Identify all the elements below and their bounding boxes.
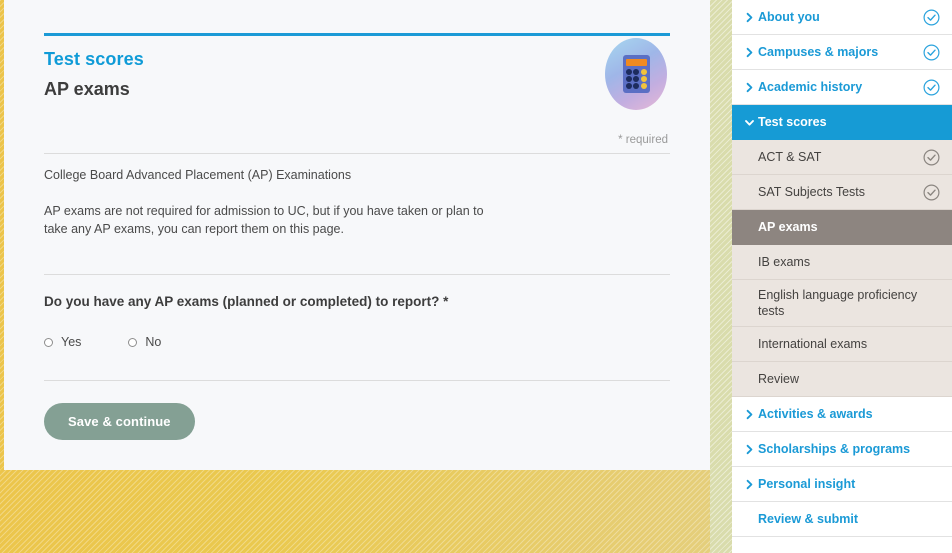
- divider-middle: [44, 274, 670, 275]
- radio-no-label: No: [145, 335, 162, 349]
- divider-bottom: [44, 380, 670, 381]
- sidebar-item-label: Activities & awards: [758, 407, 873, 421]
- intro-line: College Board Advanced Placement (AP) Ex…: [44, 168, 352, 182]
- chevron-right-icon: [744, 82, 758, 93]
- check-placeholder: [923, 476, 940, 493]
- sidebar-item-label: Review & submit: [758, 512, 859, 526]
- check-placeholder: [923, 406, 940, 423]
- sidebar-item-ib-exams[interactable]: IB exams: [732, 245, 952, 280]
- sidebar-item-test-scores[interactable]: Test scores: [732, 105, 952, 140]
- sidebar-item-label: Review: [758, 372, 799, 386]
- check-circle-icon: [923, 148, 940, 166]
- chevron-right-icon: [744, 479, 758, 490]
- sidebar-item-about-you[interactable]: About you: [732, 0, 952, 35]
- check-circle-icon: [923, 78, 940, 96]
- radio-group: Yes No: [44, 335, 670, 349]
- sidebar-item-campuses-majors[interactable]: Campuses & majors: [732, 35, 952, 70]
- chevron-right-icon: [744, 47, 758, 58]
- sidebar-item-ap-exams[interactable]: AP exams: [732, 210, 952, 245]
- check-placeholder: [923, 441, 940, 458]
- description-paragraph: AP exams are not required for admission …: [44, 204, 484, 236]
- chevron-down-icon: [744, 117, 758, 128]
- sidebar-item-english-language-proficiency-tests[interactable]: English language proficiency tests: [732, 280, 952, 327]
- save-and-continue-button[interactable]: Save & continue: [44, 403, 195, 440]
- check-circle-icon: [923, 183, 940, 201]
- sidebar-item-label: International exams: [758, 337, 868, 351]
- sidebar-item-review-submit[interactable]: Review & submit: [732, 502, 952, 537]
- sidebar-item-activities-awards[interactable]: Activities & awards: [732, 397, 952, 432]
- sidebar-item-label: Personal insight: [758, 477, 856, 491]
- sidebar-item-act-sat[interactable]: ACT & SAT: [732, 140, 952, 175]
- main-content-card: Test scores AP exams * required College …: [4, 0, 710, 470]
- sidebar-item-label: Academic history: [758, 80, 863, 94]
- check-placeholder: [923, 295, 940, 312]
- calculator-icon: [605, 38, 667, 110]
- chevron-right-icon: [744, 409, 758, 420]
- sidebar-item-label: English language proficiency tests: [758, 288, 918, 318]
- check-placeholder: [923, 511, 940, 528]
- sidebar-item-label: Scholarships & programs: [758, 442, 911, 456]
- chevron-right-icon: [744, 12, 758, 23]
- check-circle-icon: [923, 43, 940, 61]
- radio-option-yes[interactable]: Yes: [44, 335, 81, 349]
- check-placeholder: [923, 371, 940, 388]
- sidebar-item-personal-insight[interactable]: Personal insight: [732, 467, 952, 502]
- page-header: Test scores AP exams: [44, 33, 670, 110]
- check-placeholder: [923, 219, 940, 236]
- application-sidebar-nav: About you Campuses & majors Academic histo…: [732, 0, 952, 553]
- required-note: * required: [618, 134, 668, 146]
- sidebar-item-scholarships-programs[interactable]: Scholarships & programs: [732, 432, 952, 467]
- check-placeholder: [923, 254, 940, 271]
- check-placeholder: [923, 336, 940, 353]
- sidebar-item-review[interactable]: Review: [732, 362, 952, 397]
- sidebar-item-label: Test scores: [758, 115, 827, 129]
- chevron-right-icon: [744, 444, 758, 455]
- sidebar-item-sat-subjects-tests[interactable]: SAT Subjects Tests: [732, 175, 952, 210]
- radio-option-no[interactable]: No: [128, 335, 161, 349]
- sidebar-item-label: AP exams: [758, 220, 818, 234]
- radio-yes-input[interactable]: [44, 337, 53, 347]
- sidebar-item-international-exams[interactable]: International exams: [732, 327, 952, 362]
- sidebar-item-label: ACT & SAT: [758, 150, 822, 164]
- check-circle-icon: [923, 8, 940, 26]
- divider-top: [44, 153, 670, 154]
- sidebar-item-label: SAT Subjects Tests: [758, 185, 865, 199]
- page-gutter-stripe: [710, 0, 732, 553]
- sidebar-item-label: IB exams: [758, 255, 811, 269]
- radio-no-input[interactable]: [128, 337, 138, 347]
- sidebar-item-label: About you: [758, 10, 820, 24]
- section-eyebrow: Test scores: [44, 49, 144, 69]
- sidebar-item-label: Campuses & majors: [758, 45, 879, 59]
- check-placeholder: [923, 114, 940, 131]
- page-title: AP exams: [44, 79, 130, 99]
- sidebar-item-academic-history[interactable]: Academic history: [732, 70, 952, 105]
- question-label: Do you have any AP exams (planned or com…: [44, 294, 449, 309]
- radio-yes-label: Yes: [61, 335, 82, 349]
